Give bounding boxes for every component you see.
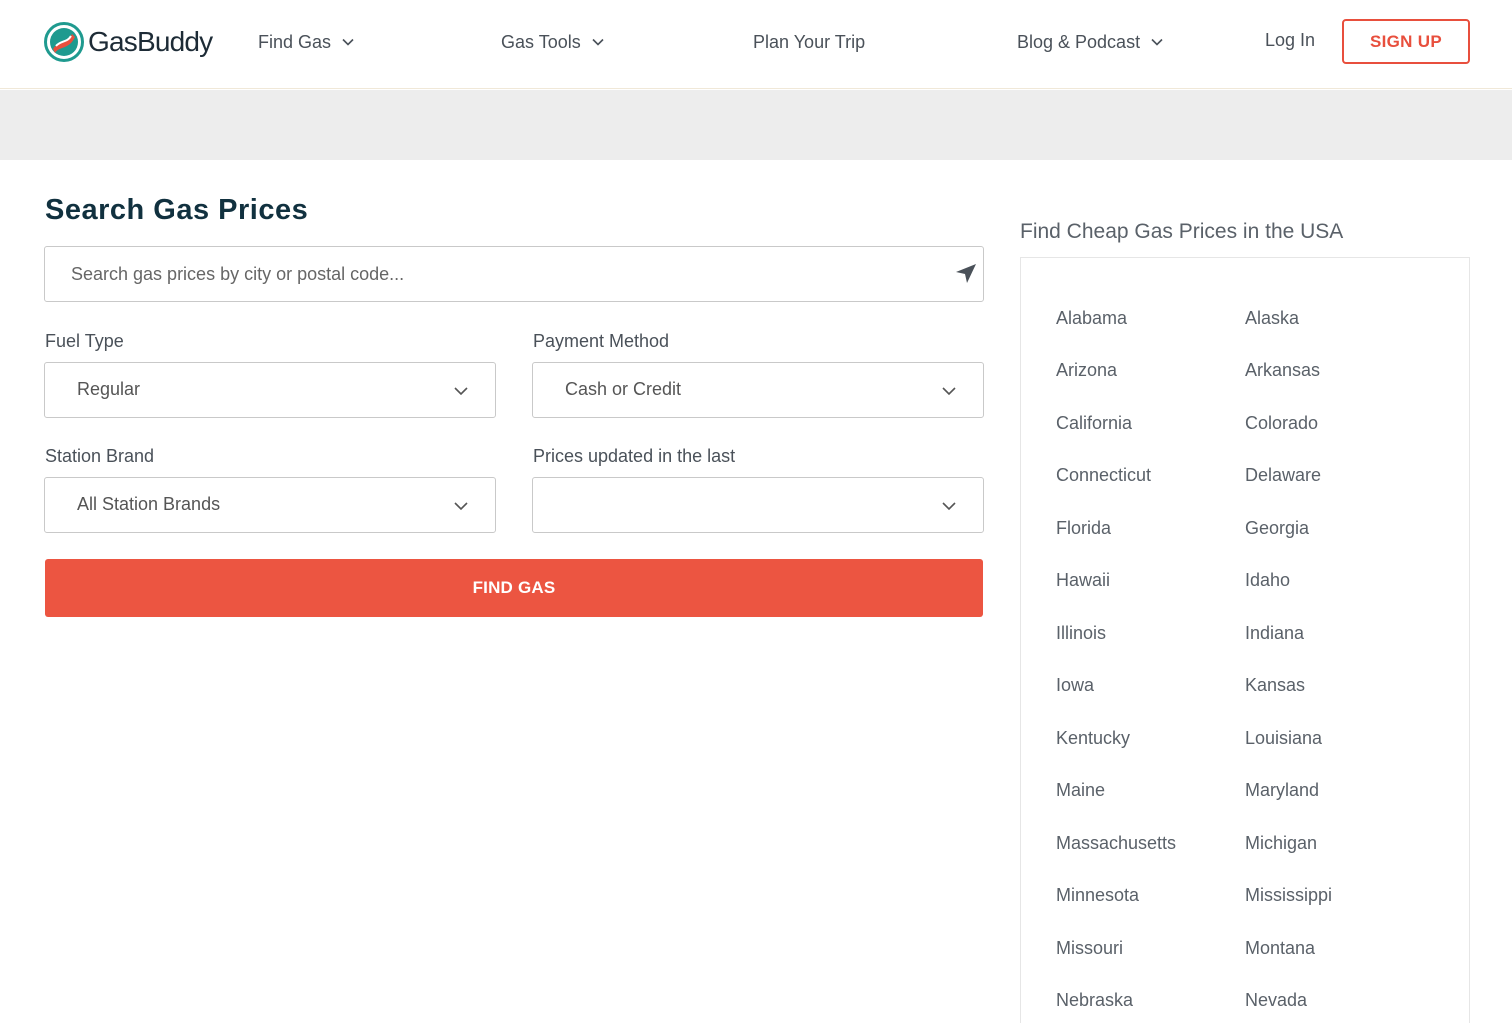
nav-find-gas[interactable]: Find Gas	[258, 30, 355, 54]
fuel-type-value: Regular	[77, 379, 141, 399]
state-link[interactable]: Maryland	[1245, 780, 1319, 801]
fuel-type-label: Fuel Type	[45, 331, 124, 351]
gasbuddy-logo[interactable]: GasBuddy	[44, 21, 213, 63]
prices-updated-label: Prices updated in the last	[533, 446, 736, 466]
state-link[interactable]: Nebraska	[1056, 990, 1133, 1011]
gasbuddy-logo-icon	[44, 22, 84, 62]
state-link[interactable]: Missouri	[1056, 938, 1123, 959]
state-link[interactable]: Alaska	[1245, 308, 1299, 329]
nav-find-gas-label: Find Gas	[258, 31, 332, 52]
chevron-down-icon	[592, 38, 604, 46]
state-link[interactable]: Minnesota	[1056, 885, 1139, 906]
station-brand-label: Station Brand	[45, 446, 155, 466]
state-link[interactable]: Iowa	[1056, 675, 1094, 696]
nav-gas-tools-label: Gas Tools	[501, 31, 581, 52]
state-link[interactable]: Delaware	[1245, 465, 1321, 486]
station-brand-select[interactable]: All Station Brands	[44, 477, 496, 533]
nav-blog-podcast[interactable]: Blog & Podcast	[1017, 30, 1164, 54]
payment-method-select[interactable]: Cash or Credit	[532, 362, 984, 418]
state-link[interactable]: Montana	[1245, 938, 1315, 959]
chevron-down-icon	[942, 387, 956, 396]
state-link[interactable]: Florida	[1056, 518, 1111, 539]
state-link[interactable]: California	[1056, 413, 1132, 434]
state-link[interactable]: Arkansas	[1245, 360, 1320, 381]
chevron-down-icon	[942, 502, 956, 511]
state-link[interactable]: Maine	[1056, 780, 1105, 801]
nav-plan-trip[interactable]: Plan Your Trip	[753, 30, 865, 54]
login-link[interactable]: Log In	[1265, 30, 1315, 51]
state-link[interactable]: Massachusetts	[1056, 833, 1176, 854]
station-brand-value: All Station Brands	[77, 494, 221, 514]
chevron-down-icon	[454, 387, 468, 396]
search-box	[44, 246, 984, 302]
payment-method-label: Payment Method	[533, 331, 670, 351]
state-link[interactable]: Idaho	[1245, 570, 1290, 591]
state-link[interactable]: Colorado	[1245, 413, 1318, 434]
logo-text: GasBuddy	[88, 26, 213, 57]
banner-band	[0, 90, 1512, 160]
search-input[interactable]	[71, 247, 951, 301]
state-link[interactable]: Illinois	[1056, 623, 1106, 644]
state-link[interactable]: Georgia	[1245, 518, 1309, 539]
state-link[interactable]: Arizona	[1056, 360, 1117, 381]
prices-updated-select[interactable]	[532, 477, 984, 533]
states-list: Alabama Alaska Arizona Arkansas Californ…	[1020, 257, 1470, 1023]
nav-gas-tools[interactable]: Gas Tools	[501, 30, 605, 54]
state-link[interactable]: Michigan	[1245, 833, 1317, 854]
chevron-down-icon	[342, 38, 354, 46]
chevron-down-icon	[1151, 38, 1163, 46]
find-gas-button[interactable]: FIND GAS	[45, 559, 983, 617]
state-link[interactable]: Louisiana	[1245, 728, 1322, 749]
state-link[interactable]: Connecticut	[1056, 465, 1151, 486]
fuel-type-select[interactable]: Regular	[44, 362, 496, 418]
location-arrow-icon[interactable]	[954, 263, 978, 285]
page-title: Search Gas Prices	[45, 194, 309, 226]
chevron-down-icon	[454, 502, 468, 511]
nav-plan-trip-label: Plan Your Trip	[753, 31, 866, 52]
state-link[interactable]: Kentucky	[1056, 728, 1130, 749]
sidebar-title: Find Cheap Gas Prices in the USA	[1020, 220, 1344, 243]
nav-blog-label: Blog & Podcast	[1017, 31, 1141, 52]
state-link[interactable]: Alabama	[1056, 308, 1127, 329]
signup-button[interactable]: SIGN UP	[1342, 19, 1470, 64]
site-header: GasBuddy Find Gas Gas Tools Plan Your Tr…	[0, 0, 1512, 89]
payment-method-value: Cash or Credit	[565, 379, 682, 399]
state-link[interactable]: Kansas	[1245, 675, 1305, 696]
state-link[interactable]: Indiana	[1245, 623, 1304, 644]
state-link[interactable]: Nevada	[1245, 990, 1307, 1011]
state-link[interactable]: Mississippi	[1245, 885, 1332, 906]
state-link[interactable]: Hawaii	[1056, 570, 1110, 591]
